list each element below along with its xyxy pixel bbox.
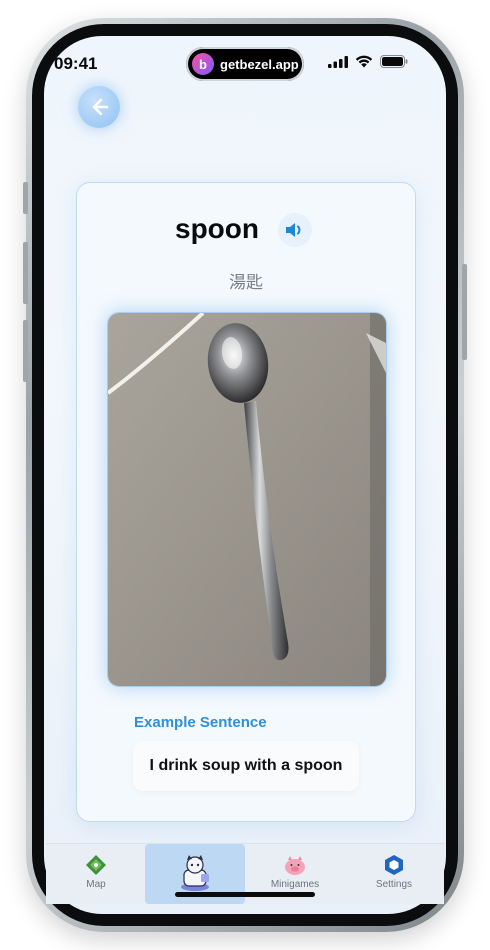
home-indicator [175,892,315,897]
translation: 湯匙 [229,273,263,292]
pig-icon [285,856,305,875]
character-avatar-icon [181,855,209,891]
tab-map[interactable]: Map [46,844,146,904]
tab-settings-label: Settings [375,879,413,890]
battery-icon [380,55,408,68]
tab-map-label: Map [86,879,106,890]
vocabulary-word: spoon [175,213,259,244]
example-sentence-label: Example Sentence [134,714,267,731]
hexagon-settings-icon [385,855,403,875]
volume-up-button [23,242,28,304]
tab-settings[interactable]: Settings [344,844,444,904]
status-time: 09:41 [54,54,98,73]
island-url: getbezel.app [220,56,299,72]
volume-down-button [23,320,28,382]
dynamic-island: b getbezel.app [186,47,304,81]
status-icons [328,55,408,68]
pronounce-button[interactable] [278,213,312,247]
action-button [23,182,28,214]
back-button[interactable] [78,86,120,128]
back-arrow-icon [92,98,109,116]
example-sentence: I drink soup with a spoon [133,741,359,791]
vocabulary-card: spoon 湯匙 Example Sentence I drink soup w… [76,182,416,822]
cellular-signal-icon [328,55,348,68]
bezel-logo-icon: b [192,53,214,75]
speaker-icon [286,223,301,237]
spoon-illustration [108,313,386,686]
spoon-photo [107,312,387,687]
tab-minigames-label: Minigames [270,879,320,890]
map-icon [86,855,106,875]
wifi-icon [355,55,373,68]
power-button [462,264,467,360]
